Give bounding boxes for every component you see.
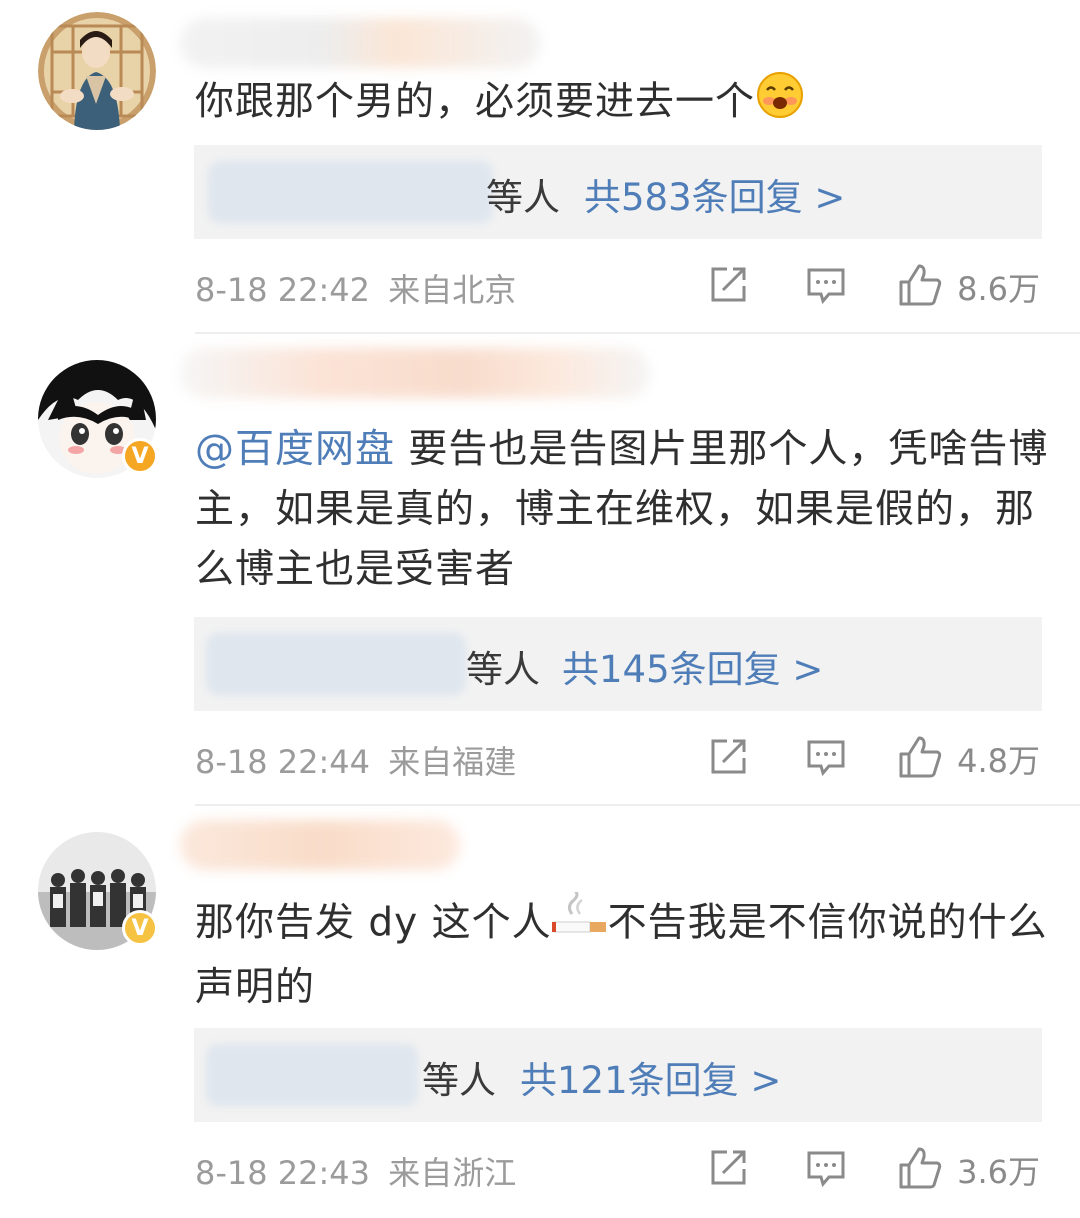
like-count: 3.6万: [957, 1153, 1040, 1191]
thumbs-up-icon[interactable]: [897, 262, 943, 312]
comment-text: @百度网盘 要告也是告图片里那个人，凭啥告博主，如果是真的，博主在维权，如果是假…: [195, 420, 1055, 600]
avatar-image: [38, 12, 156, 130]
reply-preview[interactable]: 等人 共583条回复 >: [194, 145, 1042, 239]
comment-3: V 那你告发 dy 这个人 不告我是不信你说的什么声明的 等人 共121条回复 …: [0, 806, 1080, 1218]
comment-actions: 3.6万: [707, 1145, 1040, 1195]
comment-body: 那你告发 dy 这个人: [195, 900, 552, 946]
reply-users-blurred: [206, 633, 466, 695]
reply-etc-label: 等人: [422, 1059, 496, 1102]
comment-actions: 4.8万: [707, 734, 1040, 784]
comment-actions: 8.6万: [707, 262, 1040, 312]
reply-preview[interactable]: 等人 共145条回复 >: [194, 617, 1042, 711]
like-count: 4.8万: [957, 742, 1040, 780]
share-icon[interactable]: [707, 736, 749, 782]
comment-time: 8-18 22:43: [195, 1154, 371, 1192]
comment-text: 那你告发 dy 这个人 不告我是不信你说的什么声明的: [195, 888, 1055, 1018]
share-icon[interactable]: [707, 1147, 749, 1193]
reply-etc-label: 等人: [486, 176, 560, 219]
comment-2: V @百度网盘 要告也是告图片里那个人，凭啥告博主，如果是真的，博主在维权，如果…: [0, 334, 1080, 804]
reply-count-link[interactable]: 共583条回复 >: [584, 167, 845, 221]
comment-location: 来自北京: [388, 271, 517, 309]
avatar[interactable]: V: [38, 832, 158, 950]
avatar[interactable]: V: [38, 360, 158, 478]
username-blurred[interactable]: [180, 820, 460, 870]
comment-location: 来自浙江: [388, 1154, 517, 1192]
username-blurred[interactable]: [180, 18, 540, 68]
comment-location: 来自福建: [388, 743, 517, 781]
comment-body: 你跟那个男的，必须要进去一个: [195, 79, 756, 125]
reply-users-blurred: [206, 1044, 418, 1106]
reply-preview[interactable]: 等人 共121条回复 >: [194, 1028, 1042, 1122]
comment-icon[interactable]: [805, 264, 847, 310]
reply-users-blurred: [208, 161, 493, 223]
share-icon[interactable]: [707, 264, 749, 310]
comment-time: 8-18 22:44: [195, 743, 371, 781]
like-count: 8.6万: [957, 270, 1040, 308]
thumbs-up-icon[interactable]: [897, 734, 943, 784]
reply-count-link[interactable]: 共145条回复 >: [562, 639, 823, 693]
comment-meta: 8-18 22:42 来自北京: [195, 265, 516, 311]
comment-meta: 8-18 22:43 来自浙江: [195, 1148, 516, 1194]
verified-badge-icon: V: [122, 438, 158, 474]
avatar[interactable]: [38, 12, 156, 130]
mention-link[interactable]: @百度网盘: [195, 427, 395, 472]
comment-meta: 8-18 22:44 来自福建: [195, 737, 516, 783]
comment-1: 你跟那个男的，必须要进去一个 等人 共583条回复 > 8-18 22:42 来…: [0, 0, 1080, 330]
comment-text: 你跟那个男的，必须要进去一个: [195, 70, 1055, 138]
username-blurred[interactable]: [180, 348, 650, 398]
comment-icon[interactable]: [805, 736, 847, 782]
thumbs-up-icon[interactable]: [897, 1145, 943, 1195]
verified-badge-icon: V: [122, 910, 158, 946]
reply-count-link[interactable]: 共121条回复 >: [520, 1050, 781, 1104]
cigarette-emoji-icon: [551, 888, 608, 958]
blushing-smile-emoji-icon: [755, 70, 805, 138]
comment-time: 8-18 22:42: [195, 271, 371, 309]
reply-etc-label: 等人: [466, 648, 540, 691]
comment-icon[interactable]: [805, 1147, 847, 1193]
